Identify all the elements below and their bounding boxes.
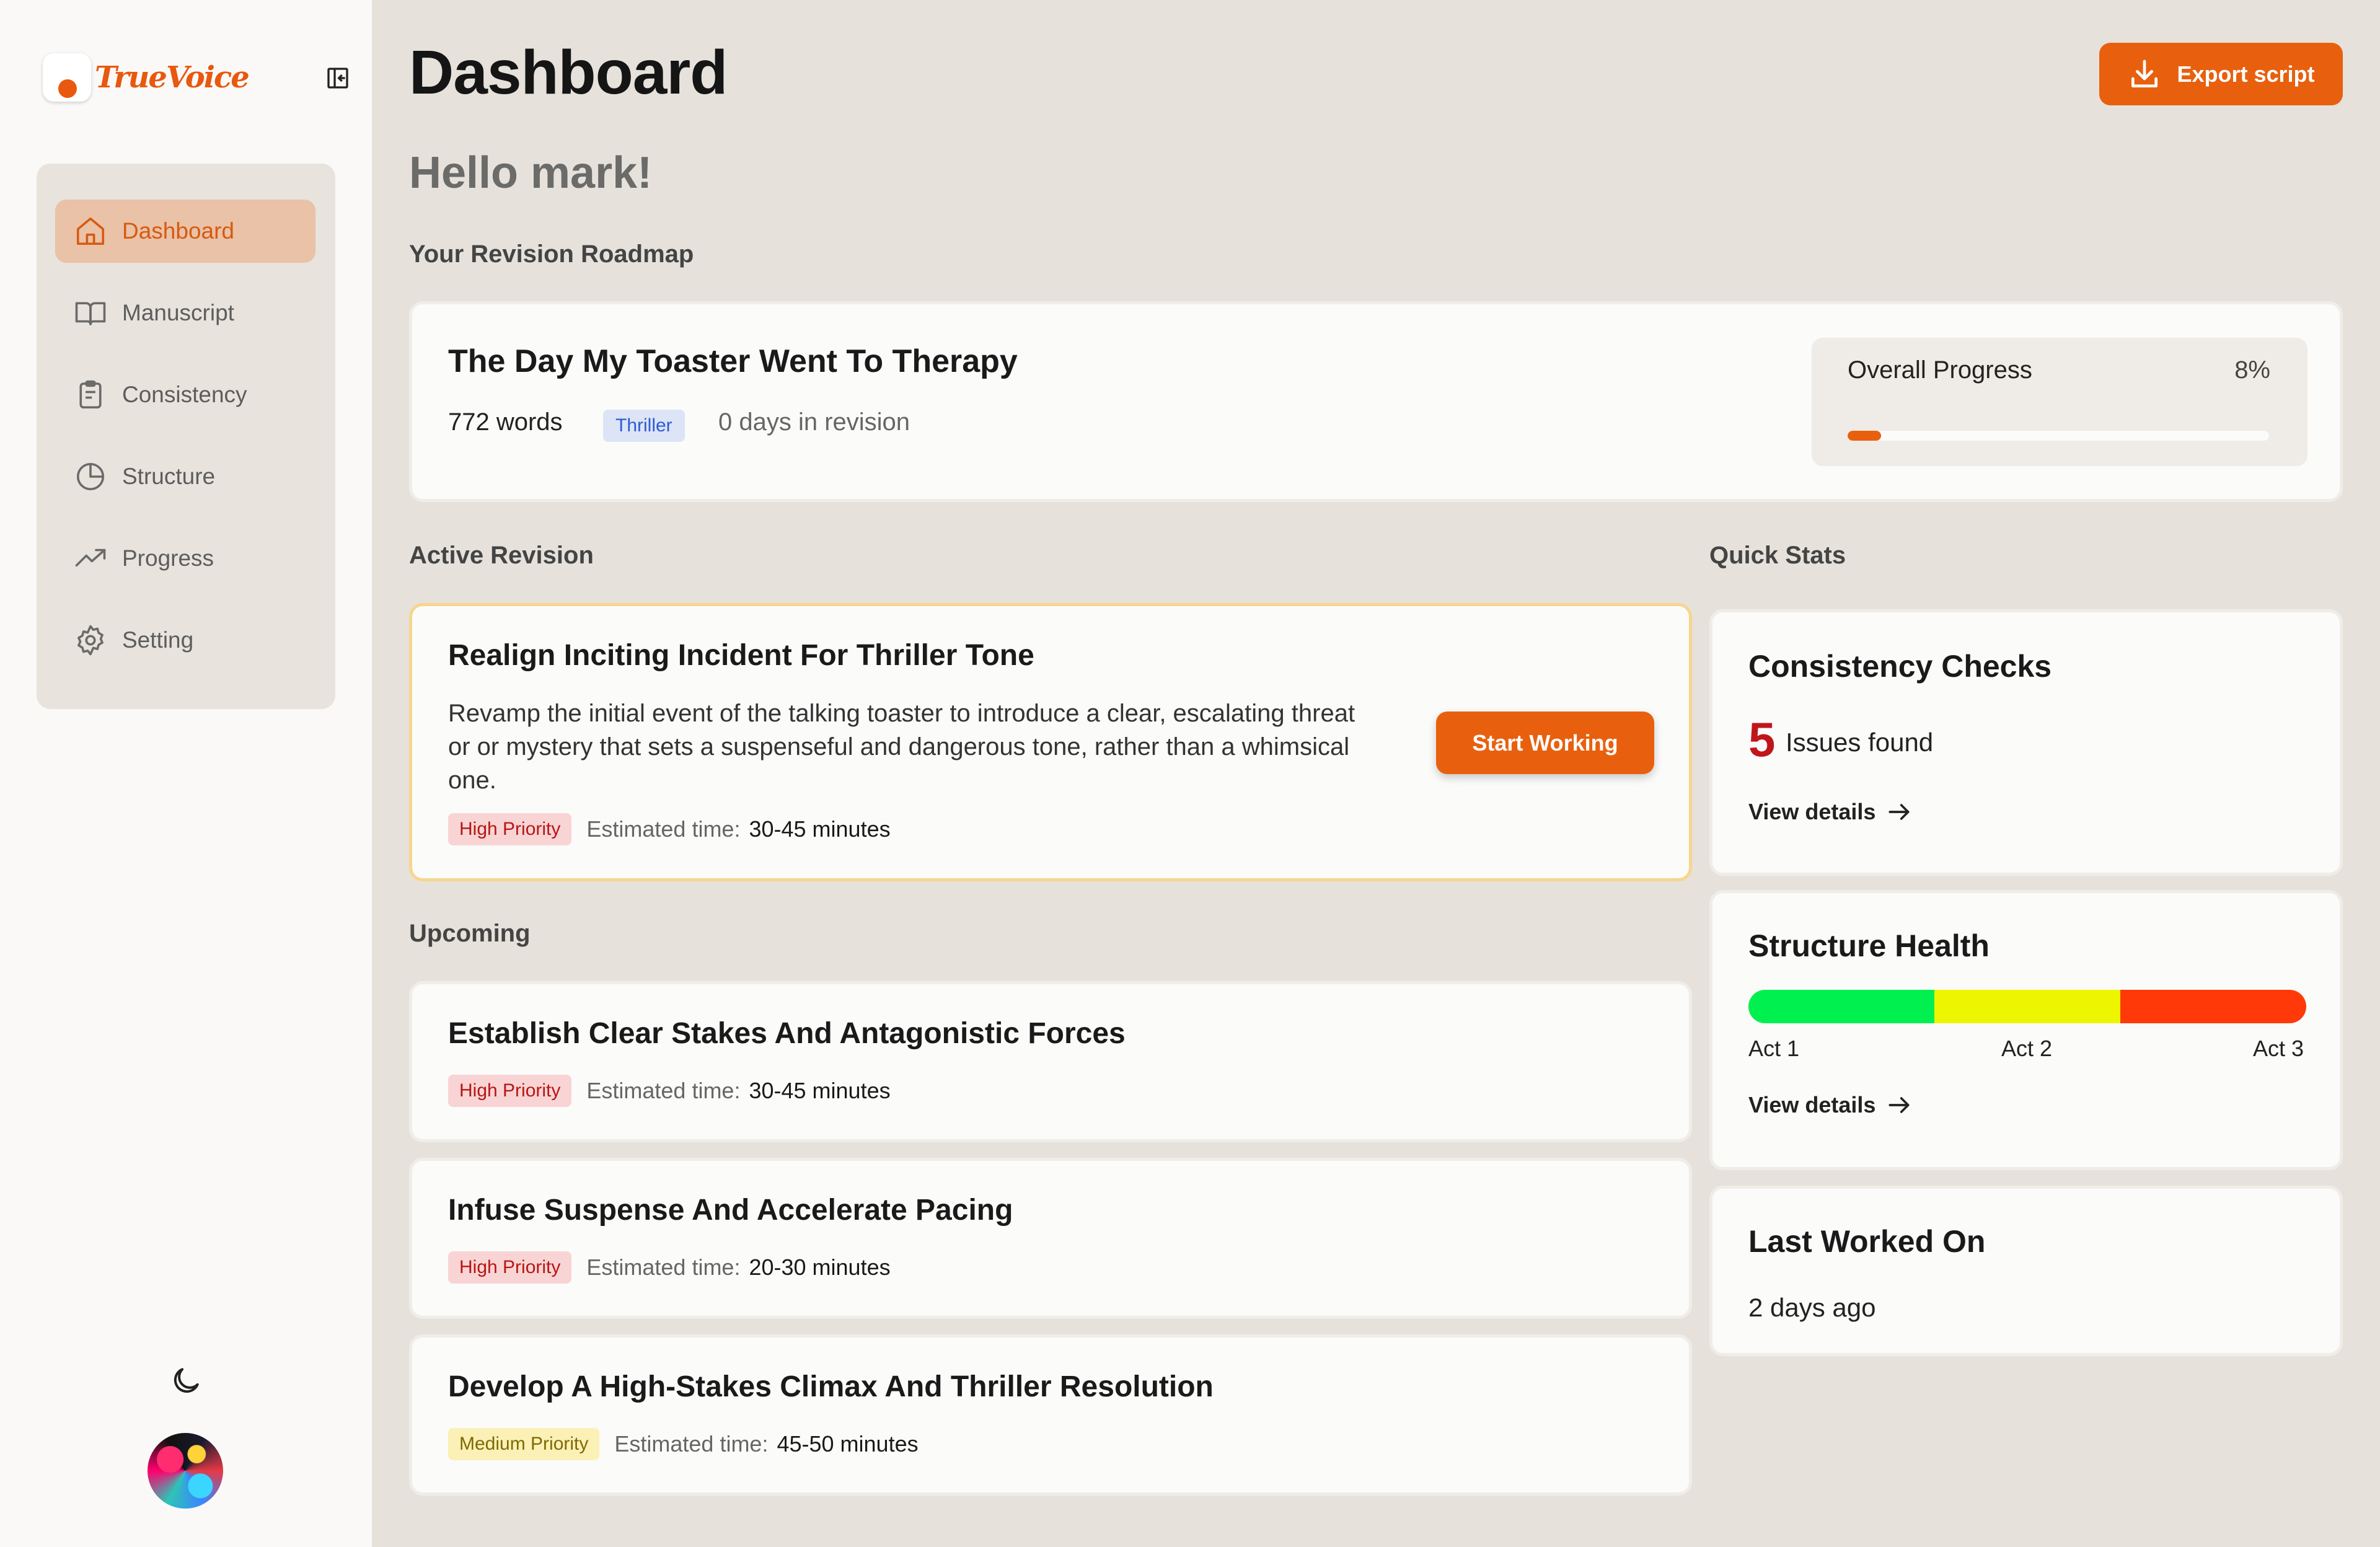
greeting: Hello mark! (409, 148, 653, 198)
upcoming-section-label: Upcoming (409, 920, 531, 947)
upcoming-task-meta: High Priority Estimated time: 30-45 minu… (448, 1075, 891, 1107)
sidebar-item-manuscript[interactable]: Manuscript (55, 281, 315, 345)
estimated-time-label: Estimated time: (614, 1431, 769, 1457)
estimated-time-value: 20-30 minutes (749, 1254, 891, 1280)
sidebar-item-label: Progress (122, 545, 214, 571)
last-worked-card: Last Worked On 2 days ago (1709, 1186, 2343, 1356)
act-3-segment (2120, 990, 2306, 1023)
upcoming-task-title: Infuse Suspense And Accelerate Pacing (448, 1194, 1013, 1227)
estimated-time-value: 45-50 minutes (777, 1431, 919, 1457)
pie-chart-icon (74, 460, 107, 493)
export-script-button[interactable]: Export script (2099, 43, 2343, 105)
progress-label: Overall Progress (1848, 356, 2032, 384)
sidebar-item-label: Consistency (122, 382, 247, 407)
sidebar-item-progress[interactable]: Progress (55, 527, 315, 590)
upcoming-task-title: Develop A High-Stakes Climax And Thrille… (448, 1370, 1214, 1403)
structure-health-title: Structure Health (1748, 928, 1990, 963)
issues-label: Issues found (1786, 728, 1934, 757)
sidebar: TrueVoice Dashboard Manuscript Consisten… (0, 0, 372, 1547)
act-1-label: Act 1 (1748, 1036, 1800, 1061)
estimated-time-value: 30-45 minutes (749, 816, 891, 842)
estimated-time-label: Estimated time: (586, 1254, 741, 1280)
roadmap-card: The Day My Toaster Went To Therapy 772 w… (409, 301, 2343, 502)
word-count: 772 words (448, 408, 563, 436)
sidebar-item-label: Dashboard (122, 218, 235, 244)
clipboard-icon (74, 378, 107, 412)
upcoming-task-meta: High Priority Estimated time: 20-30 minu… (448, 1251, 891, 1284)
last-worked-title: Last Worked On (1748, 1224, 1986, 1259)
sidebar-item-consistency[interactable]: Consistency (55, 363, 315, 426)
trend-up-icon (74, 542, 107, 575)
days-in-revision: 0 days in revision (718, 408, 910, 436)
view-details-label: View details (1748, 799, 1876, 824)
view-details-label: View details (1748, 1092, 1876, 1117)
upcoming-task-card[interactable]: Develop A High-Stakes Climax And Thrille… (409, 1334, 1692, 1496)
sidebar-item-setting[interactable]: Setting (55, 609, 315, 672)
structure-health-bar (1748, 990, 2306, 1023)
active-revision-meta: High Priority Estimated time: 30-45 minu… (448, 813, 891, 845)
arrow-right-icon (1889, 1097, 1910, 1113)
sidebar-item-structure[interactable]: Structure (55, 445, 315, 508)
active-revision-description: Revamp the initial event of the talking … (448, 700, 1355, 794)
priority-badge: High Priority (448, 1251, 572, 1284)
home-icon (74, 214, 107, 248)
priority-badge: High Priority (448, 813, 572, 845)
upcoming-task-title: Establish Clear Stakes And Antagonistic … (448, 1017, 1126, 1050)
manuscript-title: The Day My Toaster Went To Therapy (448, 343, 1018, 379)
active-revision-card: Realign Inciting Incident For Thriller T… (409, 603, 1692, 881)
priority-badge: Medium Priority (448, 1428, 600, 1460)
act-1-segment (1748, 990, 1934, 1023)
act-2-label: Act 2 (2001, 1036, 2053, 1061)
user-avatar[interactable] (148, 1433, 223, 1509)
structure-view-details-link[interactable]: View details (1748, 1091, 1913, 1119)
book-icon (74, 296, 107, 330)
dark-mode-toggle-icon[interactable] (169, 1364, 203, 1398)
collapse-sidebar-icon[interactable] (325, 66, 350, 90)
estimated-time-label: Estimated time: (586, 1078, 741, 1103)
last-worked-value: 2 days ago (1748, 1293, 1876, 1322)
sidebar-nav: Dashboard Manuscript Consistency Structu… (37, 164, 335, 709)
roadmap-section-label: Your Revision Roadmap (409, 240, 694, 268)
act-2-segment (1934, 990, 2120, 1023)
sidebar-item-dashboard[interactable]: Dashboard (55, 200, 315, 263)
estimated-time-label: Estimated time: (586, 816, 741, 842)
consistency-view-details-link[interactable]: View details (1748, 798, 1913, 826)
gear-icon (74, 624, 107, 657)
export-script-label: Export script (2177, 61, 2315, 87)
progress-bar-fill (1848, 431, 1882, 441)
estimated-time-value: 30-45 minutes (749, 1078, 891, 1103)
sidebar-item-label: Structure (122, 464, 216, 489)
sidebar-item-label: Manuscript (122, 300, 234, 325)
consistency-checks-card: Consistency Checks 5 Issues found View d… (1709, 609, 2343, 876)
progress-percentage: 8% (2234, 356, 2270, 384)
genre-badge: Thriller (603, 410, 685, 442)
app-name: TrueVoice (95, 60, 250, 95)
start-working-button[interactable]: Start Working (1436, 712, 1654, 774)
overall-progress-panel: Overall Progress 8% (1812, 338, 2307, 466)
active-revision-section-label: Active Revision (409, 542, 594, 569)
upcoming-task-meta: Medium Priority Estimated time: 45-50 mi… (448, 1428, 919, 1460)
upcoming-task-card[interactable]: Establish Clear Stakes And Antagonistic … (409, 981, 1692, 1142)
page-title: Dashboard (409, 38, 728, 107)
issues-count: 5 (1748, 712, 1776, 767)
app-logo[interactable]: TrueVoice (43, 53, 250, 102)
logo-icon (43, 53, 91, 102)
quick-stats-section-label: Quick Stats (1709, 542, 1846, 569)
consistency-checks-title: Consistency Checks (1748, 649, 2052, 684)
sidebar-item-label: Setting (122, 627, 194, 653)
download-icon (2131, 60, 2158, 87)
arrow-right-icon (1889, 804, 1910, 820)
act-3-label: Act 3 (2252, 1036, 2304, 1061)
progress-bar (1848, 431, 2269, 441)
upcoming-task-card[interactable]: Infuse Suspense And Accelerate Pacing Hi… (409, 1158, 1692, 1319)
priority-badge: High Priority (448, 1075, 572, 1107)
active-revision-title: Realign Inciting Incident For Thriller T… (448, 639, 1034, 672)
structure-health-card: Structure Health Act 1 Act 2 Act 3 View … (1709, 890, 2343, 1170)
